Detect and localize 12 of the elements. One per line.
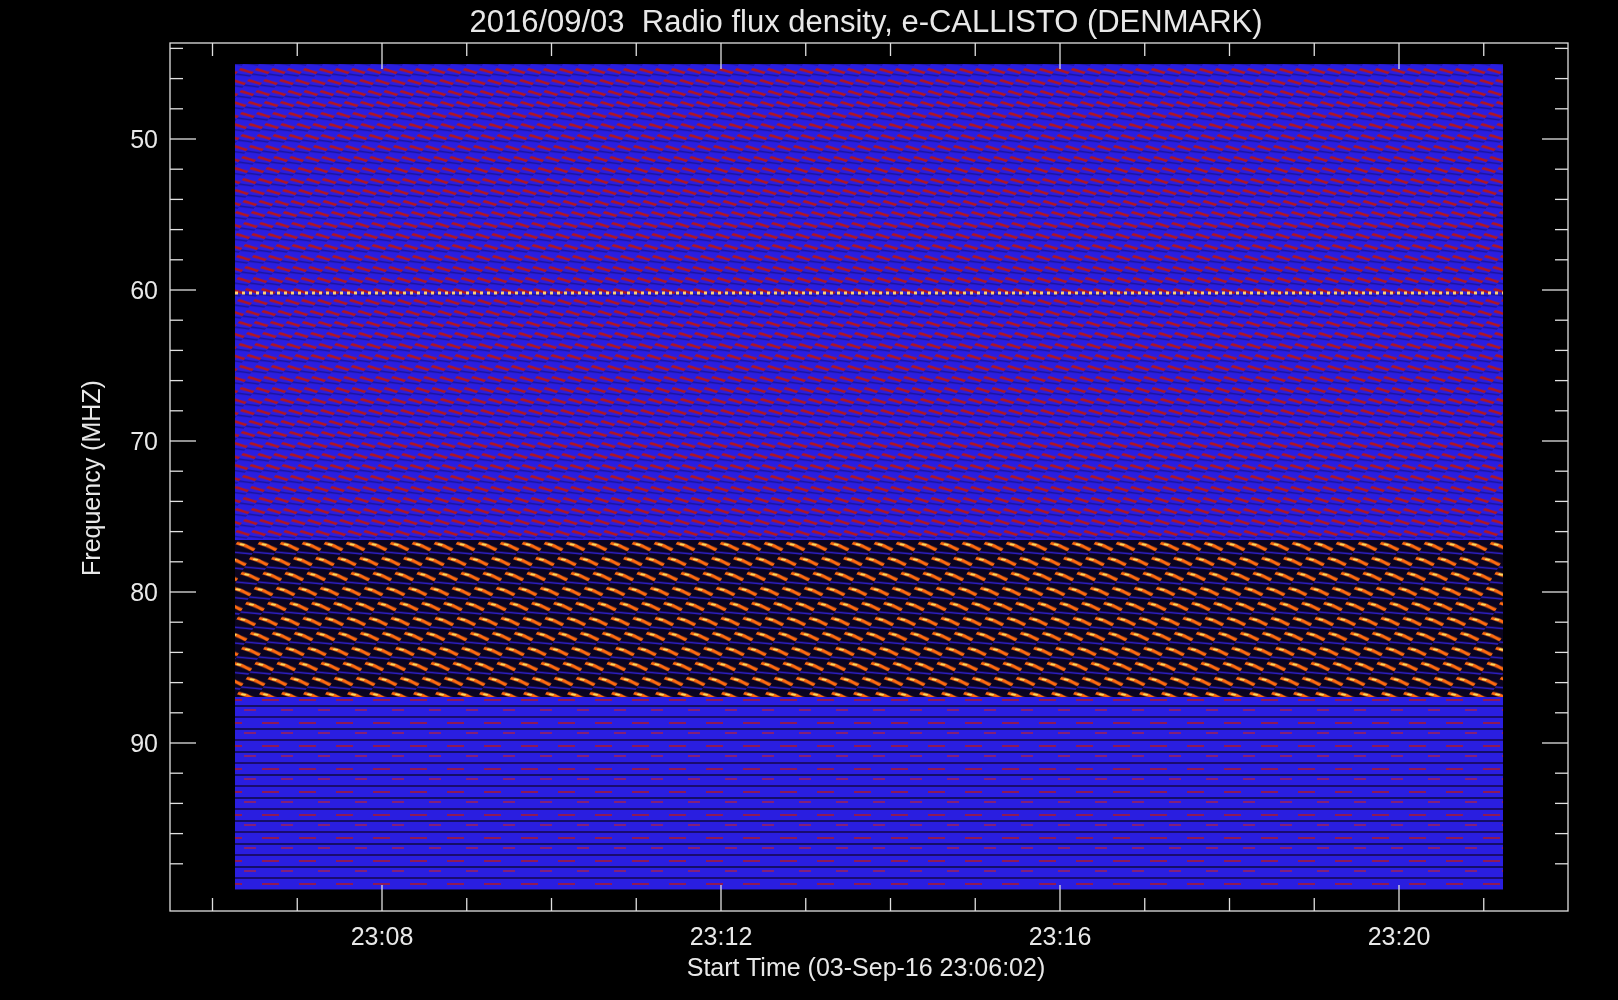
axis-tick-label: 23:08	[350, 922, 414, 950]
axis-tick-label: 90	[130, 729, 158, 757]
axis-tick-label: 60	[130, 276, 158, 304]
axis-tick-label: 23:20	[1367, 922, 1431, 950]
axis-tick-label: 23:16	[1028, 922, 1092, 950]
x-axis-label: Start Time (03-Sep-16 23:06:02)	[686, 953, 1046, 981]
axis-tick-label: 70	[130, 427, 158, 455]
axis-tick-label: 50	[130, 125, 158, 153]
axis-tick-label: 23:12	[689, 922, 753, 950]
chart-title: 2016/09/03 Radio flux density, e-CALLISTO (DENMARK)	[469, 4, 1263, 39]
y-axis-label: Frequency (MHZ)	[77, 380, 105, 576]
axis-tick-label: 80	[130, 578, 158, 606]
